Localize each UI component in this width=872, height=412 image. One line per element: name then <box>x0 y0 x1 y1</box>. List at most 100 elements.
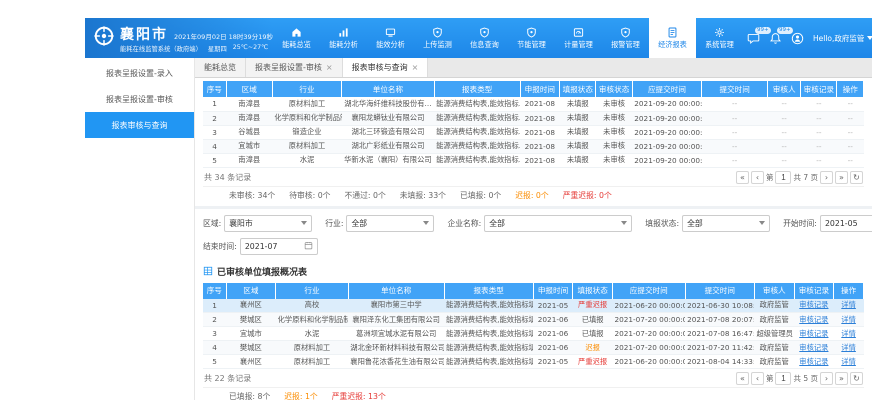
bell-icon[interactable]: 99+ <box>769 32 782 45</box>
cell-text: 1 <box>212 99 217 108</box>
table-cell: -- <box>801 97 837 111</box>
audit-record-link[interactable]: 审核记录 <box>799 329 828 338</box>
table-cell: 政府监管 <box>754 355 794 369</box>
refresh-button[interactable]: ↻ <box>850 372 863 385</box>
filter-value: 全部 <box>687 218 703 229</box>
cell-text: 2021-07-20 11:42:35 <box>687 343 754 352</box>
nav-item-能耗总览[interactable]: 能耗总览 <box>273 18 320 58</box>
first-page-button[interactable]: « <box>736 171 749 184</box>
next-page-button[interactable]: › <box>820 171 833 184</box>
date-input-开始时间[interactable]: 2021-05 <box>820 215 872 232</box>
audit-record-link[interactable]: 审核记录 <box>799 357 828 366</box>
tab-close-icon[interactable]: × <box>412 63 419 72</box>
cell-text: 华新水泥（襄阳）有限公司 <box>344 155 432 164</box>
audit-record-link[interactable]: 审核记录 <box>799 343 828 352</box>
table-cell: 2021-07-20 11:42:35 <box>685 341 754 355</box>
detail-link[interactable]: 详情 <box>841 315 856 324</box>
tab-close-icon[interactable]: × <box>326 63 333 72</box>
cell-text: 5 <box>212 357 217 366</box>
filter-label: 行业: <box>325 218 343 229</box>
message-icon[interactable]: 99+ <box>747 32 760 45</box>
filter-填报状态: 填报状态:全部 <box>645 215 770 232</box>
page-number-input[interactable] <box>775 171 791 184</box>
cell-text: 襄阳市第三中学 <box>371 300 422 309</box>
select-行业[interactable]: 全部 <box>346 215 434 232</box>
table-cell: 水泥 <box>272 153 341 167</box>
cell-text: 2021-07-08 20:07:58 <box>687 315 754 324</box>
pending-report-panel: 序号区域行业单位名称报表类型申报时间填报状态审核状态应提交时间提交时间审核人审核… <box>195 78 872 206</box>
summary-迟报: 迟报: 1个 <box>284 391 317 400</box>
table-cell: 详情 <box>834 341 864 355</box>
prev-page-button[interactable]: ‹ <box>751 171 764 184</box>
user-greeting[interactable]: Hello,政府监管 <box>813 33 872 44</box>
top-header: 襄阳市 2021年09月02日 18时39分19秒 能耗在线监管系统（政府端） … <box>85 18 872 58</box>
table-cell: -- <box>801 125 837 139</box>
column-header: 单位名称 <box>342 81 434 97</box>
table-cell: 详情 <box>834 313 864 327</box>
shield-icon <box>526 27 537 38</box>
nav-item-计量管理[interactable]: 计量管理 <box>555 18 602 58</box>
audit-record-link[interactable]: 审核记录 <box>799 300 828 309</box>
cell-text: 2021-08 <box>525 128 556 137</box>
detail-link[interactable]: 详情 <box>841 329 856 338</box>
tab-报表呈报设置-审核[interactable]: 报表呈报设置-审核× <box>246 58 343 77</box>
cell-text: 未审核 <box>603 155 625 164</box>
table-cell: 4 <box>203 139 226 153</box>
table-cell: 襄阳泽东化工集团有限公司 <box>348 313 444 327</box>
tab-label: 报表审核与查询 <box>352 62 408 73</box>
select-填报状态[interactable]: 全部 <box>682 215 770 232</box>
nav-item-上传监测[interactable]: 上传监测 <box>414 18 461 58</box>
table-row: 2樊城区化学原料和化学制品制造业襄阳泽东化工集团有限公司能源消费结构表,能效指标… <box>203 313 864 327</box>
detail-link[interactable]: 详情 <box>841 343 856 352</box>
page-number-input[interactable] <box>775 372 791 385</box>
column-header: 报表类型 <box>444 283 533 299</box>
filter-label: 开始时间: <box>783 218 817 229</box>
sidebar-item-报表呈报设置-审核[interactable]: 报表呈报设置-审核 <box>85 86 194 112</box>
nav-item-label: 能耗总览 <box>282 40 311 50</box>
nav-item-经济报表[interactable]: 经济报表 <box>649 18 696 58</box>
cell-text: 水泥 <box>305 329 320 338</box>
refresh-button[interactable]: ↻ <box>850 171 863 184</box>
status-summary-1: 未审核: 34个待审核: 0个不通过: 0个未填报: 33个已填报: 0个迟报:… <box>203 186 864 205</box>
first-page-button[interactable]: « <box>736 372 749 385</box>
column-header: 审核人 <box>754 283 794 299</box>
prev-page-button[interactable]: ‹ <box>751 372 764 385</box>
table-cell: 审核记录 <box>794 327 834 341</box>
record-count-1: 共 34 条记录 <box>204 172 251 183</box>
audit-record-link[interactable]: 审核记录 <box>799 315 828 324</box>
last-page-button[interactable]: » <box>835 171 848 184</box>
next-page-button[interactable]: › <box>820 372 833 385</box>
monitor-icon <box>385 27 396 38</box>
total-pages-label: 共 7 页 <box>793 172 818 183</box>
tab-报表审核与查询[interactable]: 报表审核与查询 × <box>343 58 429 77</box>
nav-item-节能管理[interactable]: 节能管理 <box>508 18 555 58</box>
table-cell: 2021-08 <box>520 111 560 125</box>
sidebar-item-报表审核与查询[interactable]: 报表审核与查询 <box>85 112 194 138</box>
date-input-结束时间[interactable]: 2021-07 <box>240 238 318 255</box>
filter-panel: 区域:襄阳市行业:全部企业名称:全部填报状态:全部开始时间:2021-05结束时… <box>195 209 872 260</box>
last-page-button[interactable]: » <box>835 372 848 385</box>
table-cell: 能源消费结构表,能效指标... <box>434 111 520 125</box>
select-企业名称[interactable]: 全部 <box>484 215 632 232</box>
nav-item-能效分析[interactable]: 能效分析 <box>367 18 414 58</box>
table-cell: 5 <box>203 355 226 369</box>
cell-text: 已填报 <box>582 315 604 324</box>
sidebar-item-报表呈报设置-录入[interactable]: 报表呈报设置-录入 <box>85 60 194 86</box>
detail-link[interactable]: 详情 <box>841 357 856 366</box>
nav-item-系统管理[interactable]: 系统管理 <box>696 18 743 58</box>
tab-能耗总览[interactable]: 能耗总览 <box>195 58 246 77</box>
table-cell: 4 <box>203 341 226 355</box>
nav-item-信息查询[interactable]: 信息查询 <box>461 18 508 58</box>
table-cell: 未填报 <box>560 125 596 139</box>
detail-link[interactable]: 详情 <box>841 300 856 309</box>
calendar-icon <box>304 241 313 252</box>
column-header: 行业 <box>272 81 341 97</box>
nav-item-能耗分析[interactable]: 能耗分析 <box>320 18 367 58</box>
cell-text: -- <box>732 114 737 123</box>
select-区域[interactable]: 襄阳市 <box>224 215 312 232</box>
table-cell: 2021-06-30 10:08:33 <box>685 299 754 313</box>
table-cell: -- <box>702 153 768 167</box>
user-avatar-icon[interactable] <box>791 32 804 45</box>
table-cell: 原材料加工 <box>272 139 341 153</box>
nav-item-报警管理[interactable]: 报警管理 <box>602 18 649 58</box>
